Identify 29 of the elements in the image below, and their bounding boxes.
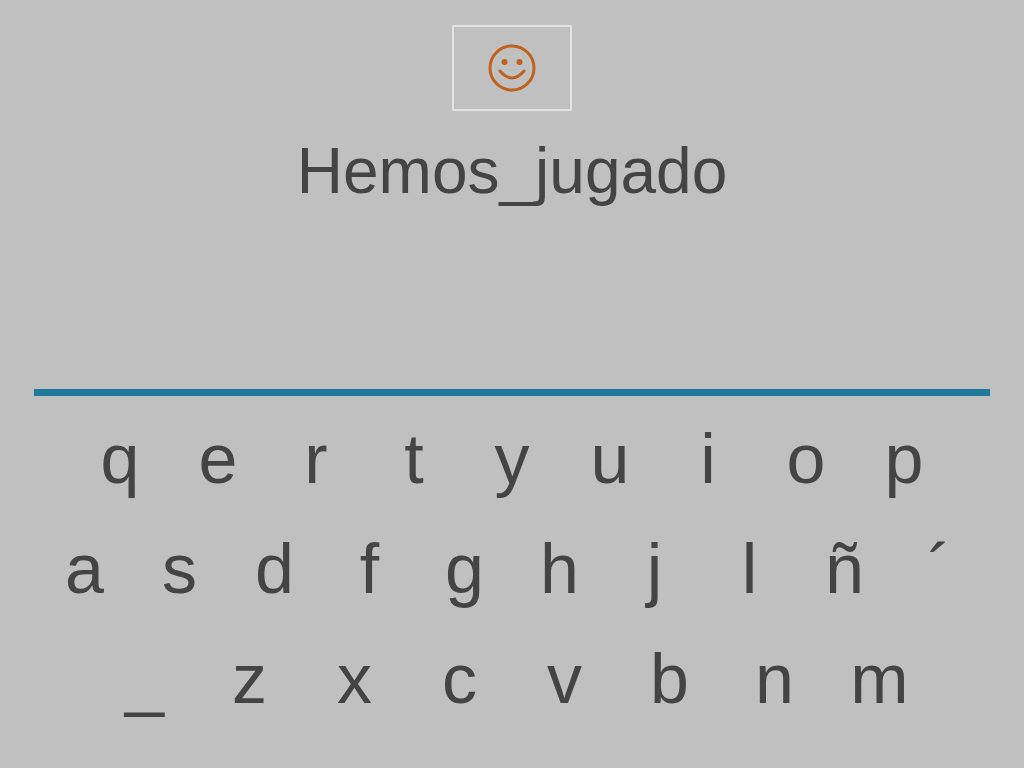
letter-key[interactable]: ´ bbox=[892, 526, 987, 612]
letter-key[interactable]: c bbox=[407, 636, 512, 722]
letter-key[interactable]: ñ bbox=[797, 526, 892, 612]
letter-key[interactable]: x bbox=[302, 636, 407, 722]
letter-key[interactable]: u bbox=[561, 416, 659, 502]
letter-key[interactable]: y bbox=[463, 416, 561, 502]
letter-key[interactable]: b bbox=[617, 636, 722, 722]
letter-key[interactable]: o bbox=[757, 416, 855, 502]
letter-key[interactable]: i bbox=[659, 416, 757, 502]
letter-key[interactable]: h bbox=[512, 526, 607, 612]
letter-key[interactable]: p bbox=[855, 416, 953, 502]
letter-key[interactable]: r bbox=[267, 416, 365, 502]
word-text: Hemos_jugado bbox=[296, 134, 728, 209]
letter-key[interactable]: s bbox=[132, 526, 227, 612]
letter-key[interactable]: _ bbox=[92, 636, 197, 722]
letter-key[interactable]: t bbox=[365, 416, 463, 502]
letter-key[interactable]: z bbox=[197, 636, 302, 722]
letter-key[interactable]: j bbox=[607, 526, 702, 612]
letter-key[interactable]: v bbox=[512, 636, 617, 722]
letter-key[interactable]: a bbox=[37, 526, 132, 612]
letter-key[interactable]: m bbox=[827, 636, 932, 722]
letter-key[interactable]: e bbox=[169, 416, 267, 502]
letter-key[interactable]: f bbox=[322, 526, 417, 612]
smiley-icon bbox=[487, 43, 537, 93]
letter-key[interactable]: q bbox=[71, 416, 169, 502]
letter-key[interactable]: l bbox=[702, 526, 797, 612]
letter-key[interactable]: d bbox=[227, 526, 322, 612]
letter-key[interactable]: n bbox=[722, 636, 827, 722]
letter-key[interactable]: g bbox=[417, 526, 512, 612]
